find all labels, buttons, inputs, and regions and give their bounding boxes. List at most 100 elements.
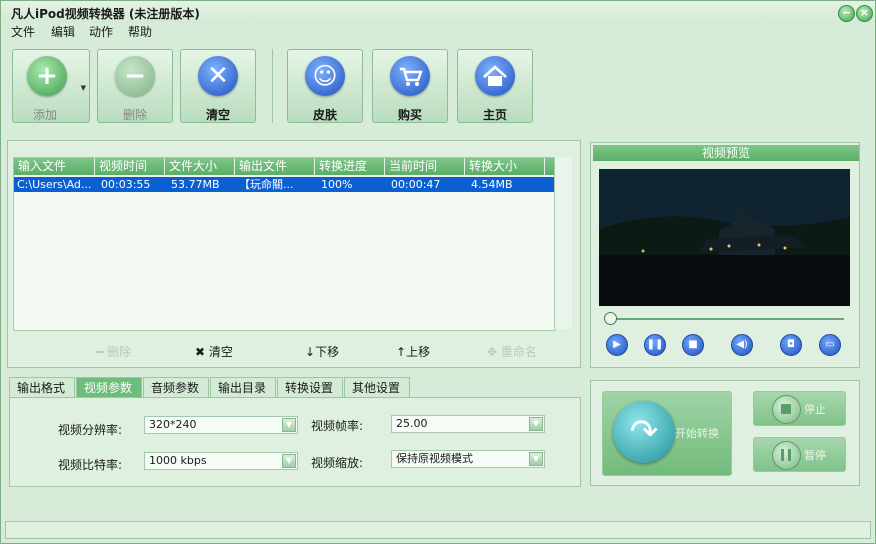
delete-button[interactable]: − 删除 [97,49,173,123]
tab-convert-settings[interactable]: 转换设置 [277,377,343,397]
buy-button[interactable]: 购买 [372,49,448,123]
chevron-down-icon[interactable]: ▼ [81,84,86,92]
seek-track[interactable] [606,318,844,320]
minus-icon: ━ [96,345,104,359]
stop-icon [772,395,801,424]
app-window: 凡人iPod视频转换器 (未注册版本) − × 文件 编辑 动作 帮助 + 添加… [0,0,876,544]
arrow-down-icon: ↓ [305,345,316,359]
scale-value: 保持原视频模式 [396,452,473,465]
table-header: 输入文件 视频时间 文件大小 输出文件 转换进度 当前时间 转换大小 [14,158,555,175]
file-table: 输入文件 视频时间 文件大小 输出文件 转换进度 当前时间 转换大小 C:\Us… [13,157,556,331]
scale-label: 视频缩放: [311,456,364,470]
video-params-panel [9,397,581,487]
cell-duration: 00:03:55 [101,178,151,191]
start-convert-button[interactable]: ↷ 开始转换 [602,391,732,476]
pause-button[interactable]: 暂停 [753,437,846,472]
video-preview [599,169,850,306]
stop-label: 停止 [804,403,826,416]
column-header[interactable]: 转换大小 [465,158,545,175]
rename-label: 重命名 [500,345,537,359]
resolution-label: 视频分辨率: [58,423,123,437]
close-button[interactable]: × [856,5,873,22]
clear-button[interactable]: ✕ 清空 [180,49,256,123]
volume-icon[interactable]: ◀) [731,334,753,356]
skin-button[interactable]: ☺ 皮肤 [287,49,363,123]
start-convert-label: 开始转换 [675,427,719,440]
move-down-button[interactable]: ↓下移 [305,343,339,360]
resolution-value: 320*240 [149,418,197,431]
arrow-up-icon: ↑ [396,345,407,359]
vertical-scrollbar[interactable] [554,157,572,329]
list-clear-label: 清空 [208,345,233,359]
framerate-select[interactable]: 25.00 ▼ [391,415,545,433]
column-header[interactable]: 视频时间 [95,158,165,175]
toolbar-divider [272,49,273,123]
scale-select[interactable]: 保持原视频模式 ▼ [391,450,545,468]
menu-file[interactable]: 文件 [11,23,35,40]
column-header[interactable]: 输入文件 [14,158,95,175]
move-up-label: 上移 [406,345,431,359]
pause-label: 暂停 [804,449,826,462]
chevron-down-icon: ▼ [529,452,543,466]
stop-button[interactable]: 停止 [753,391,846,426]
buy-label: 购买 [397,108,422,122]
minus-icon: − [115,56,155,96]
menu-bar: 文件 编辑 动作 帮助 [1,21,875,41]
move-up-button[interactable]: ↑上移 [396,343,430,360]
bitrate-select[interactable]: 1000 kbps ▼ [144,452,298,470]
pause-icon [772,441,801,470]
column-header[interactable]: 转换进度 [315,158,385,175]
minimize-button[interactable]: − [838,5,855,22]
add-button[interactable]: + 添加 ▼ [12,49,90,123]
status-bar [5,521,871,539]
column-header[interactable]: 当前时间 [385,158,465,175]
seek-handle[interactable] [604,312,617,325]
add-icon: + [27,56,67,96]
tab-video-params[interactable]: 视频参数 [76,377,142,397]
cell-progress: 100% [321,178,353,191]
cell-current-time: 00:00:47 [391,178,441,191]
bitrate-label: 视频比特率: [58,458,123,472]
tab-output-dir[interactable]: 输出目录 [210,377,276,397]
move-down-label: 下移 [315,345,340,359]
cell-output: 【玩命關... [239,178,294,191]
camera-icon[interactable]: ◘ [780,334,802,356]
preview-title: 视频预览 [593,145,859,161]
play-icon[interactable]: ▶ [606,334,628,356]
column-header[interactable]: 输出文件 [235,158,315,175]
menu-edit[interactable]: 编辑 [51,23,75,40]
bitrate-value: 1000 kbps [149,454,207,467]
video-frame-image [599,169,850,306]
delete-label: 删除 [122,108,147,122]
toolbar: + 添加 ▼ − 删除 ✕ 清空 ☺ 皮肤 购买 主页 [1,43,875,127]
pause-icon[interactable]: ❚❚ [644,334,666,356]
framerate-label: 视频帧率: [311,419,364,433]
tab-output-format[interactable]: 输出格式 [9,377,75,397]
menu-action[interactable]: 动作 [89,23,113,40]
column-header[interactable]: 文件大小 [165,158,235,175]
add-label: 添加 [32,108,57,122]
rename-button[interactable]: ✥ 重命名 [487,343,537,360]
folder-icon[interactable]: ▭ [819,334,841,356]
list-clear-button[interactable]: ✖ 清空 [195,343,233,360]
chevron-down-icon: ▼ [529,417,543,431]
tab-other-settings[interactable]: 其他设置 [344,377,410,397]
tab-audio-params[interactable]: 音频参数 [143,377,209,397]
smiley-icon: ☺ [305,56,345,96]
chevron-down-icon: ▼ [282,454,296,468]
home-label: 主页 [482,108,507,122]
home-button[interactable]: 主页 [457,49,533,123]
stop-icon[interactable]: ■ [682,334,704,356]
close-icon: ✕ [198,56,238,96]
list-delete-button[interactable]: ━ 删除 [96,343,131,360]
home-icon [475,56,515,96]
window-title: 凡人iPod视频转换器 (未注册版本) [11,7,200,21]
cart-icon [390,56,430,96]
move-icon: ✥ [487,345,498,359]
menu-help[interactable]: 帮助 [128,23,152,40]
list-delete-label: 删除 [107,345,132,359]
cell-input: C:\Users\Ad... [17,178,92,191]
clear-label: 清空 [205,108,230,122]
table-row[interactable]: C:\Users\Ad... 00:03:55 53.77MB 【玩命關... … [14,177,555,192]
resolution-select[interactable]: 320*240 ▼ [144,416,298,434]
